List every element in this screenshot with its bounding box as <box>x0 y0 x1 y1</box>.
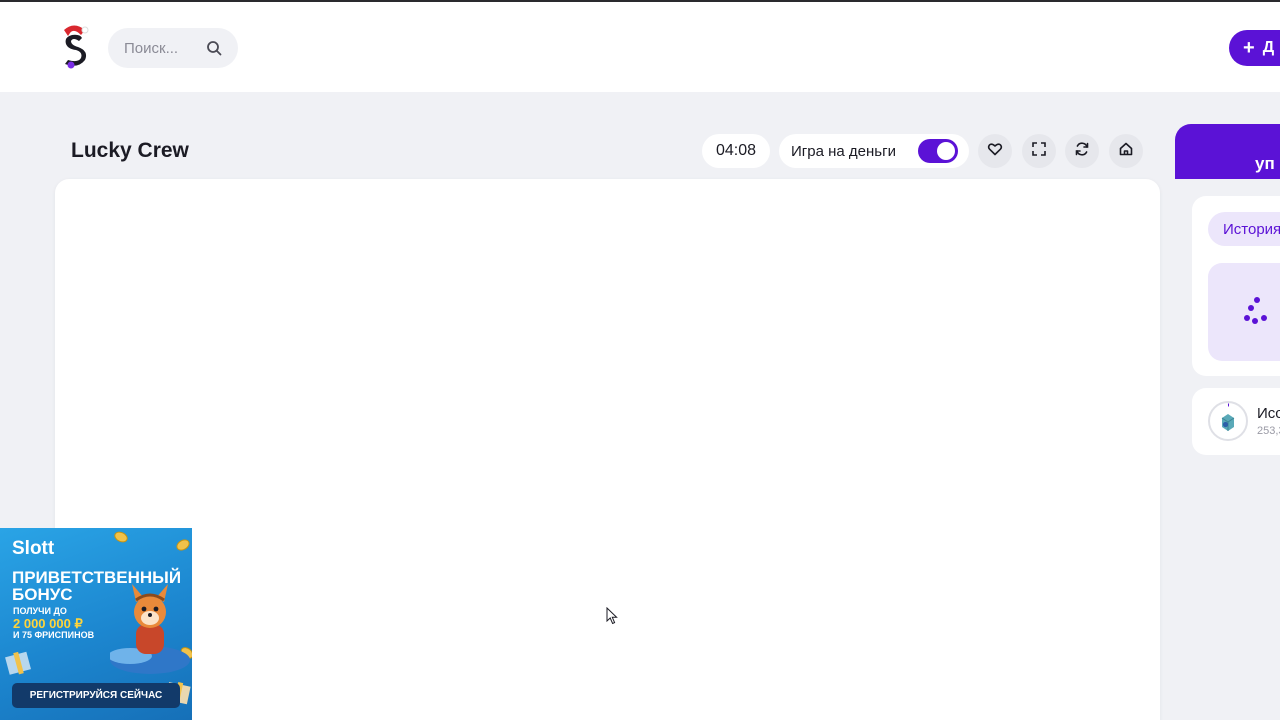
add-deposit-button[interactable]: + Д <box>1229 30 1280 66</box>
site-logo[interactable] <box>56 22 92 70</box>
search-box[interactable] <box>108 28 238 68</box>
search-input[interactable] <box>124 39 202 57</box>
reload-button[interactable] <box>1065 134 1099 168</box>
plus-icon: + <box>1243 37 1255 59</box>
recent-winner-card[interactable]: Исс 253,3 <box>1192 388 1280 455</box>
winner-amount: 253,3 <box>1257 425 1280 437</box>
real-money-toggle[interactable]: Игра на деньги <box>779 134 969 168</box>
fox-pilot-illustration <box>108 578 192 683</box>
home-button[interactable] <box>1109 134 1143 168</box>
winner-avatar <box>1208 401 1248 441</box>
toggle-switch[interactable] <box>918 139 958 163</box>
fullscreen-icon <box>1031 141 1047 162</box>
loading-card <box>1208 263 1280 361</box>
sidebar-header-line2: уп <box>1255 154 1275 173</box>
ad-banner[interactable]: Slott ПРИВЕТСТВЕННЫЙ БОНУС ПОЛУЧИ ДО 2 0… <box>0 528 192 720</box>
refresh-icon <box>1074 141 1090 162</box>
game-frame[interactable] <box>55 179 1160 720</box>
site-header: + Д <box>0 2 1280 92</box>
session-timer: 04:08 <box>702 134 770 168</box>
sidebar-panel: История <box>1192 196 1280 376</box>
ad-subtitle1: ПОЛУЧИ ДО <box>13 606 67 616</box>
favorite-button[interactable] <box>978 134 1012 168</box>
tab-history[interactable]: История <box>1208 212 1280 246</box>
home-icon <box>1118 141 1134 162</box>
fullscreen-button[interactable] <box>1022 134 1056 168</box>
ad-brand: Slott <box>12 538 55 559</box>
ad-title-line2: БОНУС <box>12 585 73 604</box>
coin-icon <box>174 537 192 553</box>
heart-icon <box>987 141 1003 162</box>
coin-icon <box>112 529 130 545</box>
game-title: Lucky Crew <box>71 139 189 162</box>
search-icon[interactable] <box>206 40 222 56</box>
gift-box-icon <box>4 646 34 681</box>
add-button-label: Д <box>1262 39 1275 56</box>
sidebar-header: уп <box>1175 124 1280 179</box>
winner-name: Исс <box>1257 405 1280 422</box>
ad-subtitle2: И 75 ФРИСПИНОВ <box>13 630 95 640</box>
mouse-cursor-icon <box>606 606 618 630</box>
real-money-toggle-label: Игра на деньги <box>791 142 896 160</box>
register-now-button[interactable]: РЕГИСТРИРУЙСЯ СЕЙЧАС <box>12 683 180 708</box>
